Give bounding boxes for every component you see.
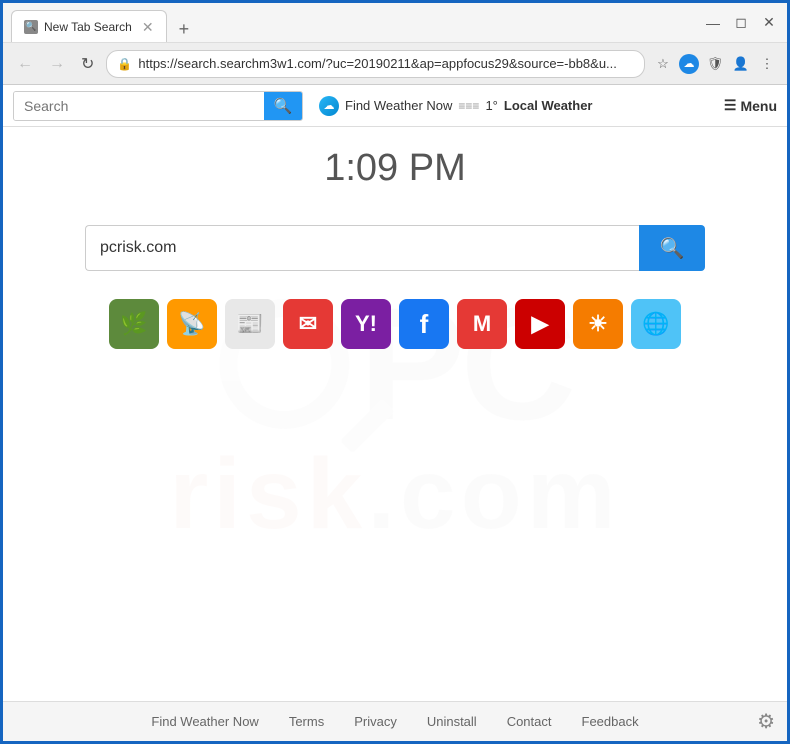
address-bar: ← → ↻ 🔒 https://search.searchm3w1.com/?u… bbox=[3, 43, 787, 85]
toolbar-search-button[interactable]: 🔍 bbox=[264, 92, 302, 120]
main-search-input[interactable] bbox=[85, 225, 639, 271]
maximize-button[interactable]: ◻ bbox=[731, 14, 751, 31]
shortcut-herb[interactable]: 🌿 bbox=[109, 299, 159, 349]
close-button[interactable]: ✕ bbox=[759, 14, 779, 31]
shortcut-weather[interactable]: ☀ bbox=[573, 299, 623, 349]
weather-separator: ≡≡≡ bbox=[458, 99, 479, 113]
shortcut-icons: 🌿 📡 📰 ✉ Y! f M ▶ ☀ 🌐 bbox=[109, 299, 681, 349]
tab-title: New Tab Search bbox=[44, 20, 132, 34]
toolbar-search-input[interactable] bbox=[14, 92, 264, 120]
browser-tab[interactable]: 🔍 New Tab Search ✕ bbox=[11, 10, 167, 42]
star-icon[interactable]: ☆ bbox=[653, 54, 673, 74]
menu-button[interactable]: ☰ Menu bbox=[724, 97, 777, 114]
temperature: 1° bbox=[485, 98, 497, 113]
shortcut-youtube[interactable]: ▶ bbox=[515, 299, 565, 349]
footer-feedback[interactable]: Feedback bbox=[582, 714, 639, 729]
watermark-dot-com: .com bbox=[367, 444, 620, 544]
settings-gear-icon[interactable]: ⚙ bbox=[757, 709, 775, 734]
profile-icon[interactable]: 👤 bbox=[731, 54, 751, 74]
tab-bar: 🔍 New Tab Search ✕ + bbox=[11, 3, 695, 42]
new-tab-button[interactable]: + bbox=[173, 17, 196, 42]
back-button[interactable]: ← bbox=[13, 53, 37, 75]
shortcut-gmail2[interactable]: M bbox=[457, 299, 507, 349]
window-controls: — ◻ ✕ bbox=[703, 14, 779, 31]
toolbar-search-box[interactable]: 🔍 bbox=[13, 91, 303, 121]
address-url: https://search.searchm3w1.com/?uc=201902… bbox=[138, 56, 634, 71]
tab-favicon: 🔍 bbox=[24, 20, 38, 34]
minimize-button[interactable]: — bbox=[703, 15, 723, 31]
address-input-container[interactable]: 🔒 https://search.searchm3w1.com/?uc=2019… bbox=[106, 50, 645, 78]
shield-icon[interactable]: 🛡 bbox=[705, 54, 725, 74]
footer-uninstall[interactable]: Uninstall bbox=[427, 714, 477, 729]
weather-label[interactable]: Find Weather Now bbox=[345, 98, 452, 113]
menu-icon: ☰ bbox=[724, 97, 737, 114]
footer-contact[interactable]: Contact bbox=[507, 714, 552, 729]
weather-widget: ☁ Find Weather Now ≡≡≡ 1° Local Weather bbox=[319, 96, 593, 116]
watermark-risk: risk bbox=[169, 444, 367, 544]
title-bar: 🔍 New Tab Search ✕ + — ◻ ✕ bbox=[3, 3, 787, 43]
main-search-container: 🔍 bbox=[85, 225, 705, 271]
shortcut-gmail1[interactable]: ✉ bbox=[283, 299, 333, 349]
footer: Find Weather Now Terms Privacy Uninstall… bbox=[3, 701, 787, 741]
toolbar: 🔍 ☁ Find Weather Now ≡≡≡ 1° Local Weathe… bbox=[3, 85, 787, 127]
footer-terms[interactable]: Terms bbox=[289, 714, 324, 729]
shortcut-yahoo[interactable]: Y! bbox=[341, 299, 391, 349]
tab-close-button[interactable]: ✕ bbox=[142, 20, 154, 34]
main-search-button[interactable]: 🔍 bbox=[639, 225, 705, 271]
browser-window: 🔍 New Tab Search ✕ + — ◻ ✕ ← → ↻ 🔒 https… bbox=[0, 0, 790, 744]
shortcut-facebook[interactable]: f bbox=[399, 299, 449, 349]
shortcut-globe[interactable]: 🌐 bbox=[631, 299, 681, 349]
shortcut-news[interactable]: 📰 bbox=[225, 299, 275, 349]
menu-dots-icon[interactable]: ⋮ bbox=[757, 54, 777, 74]
extension-icon[interactable]: ☁ bbox=[679, 54, 699, 74]
browser-icons: ☆ ☁ 🛡 👤 ⋮ bbox=[653, 54, 777, 74]
local-weather-label[interactable]: Local Weather bbox=[504, 98, 593, 113]
footer-privacy[interactable]: Privacy bbox=[354, 714, 397, 729]
menu-label: Menu bbox=[740, 98, 777, 114]
forward-button[interactable]: → bbox=[45, 53, 69, 75]
shortcut-audible[interactable]: 📡 bbox=[167, 299, 217, 349]
weather-icon: ☁ bbox=[319, 96, 339, 116]
time-display: 1:09 PM bbox=[324, 147, 466, 190]
page-content: PC risk .com 1:09 PM 🔍 🌿 📡 📰 ✉ Y! f M ▶ … bbox=[3, 127, 787, 701]
refresh-button[interactable]: ↻ bbox=[77, 52, 98, 76]
lock-icon: 🔒 bbox=[117, 57, 132, 71]
footer-find-weather[interactable]: Find Weather Now bbox=[151, 714, 258, 729]
